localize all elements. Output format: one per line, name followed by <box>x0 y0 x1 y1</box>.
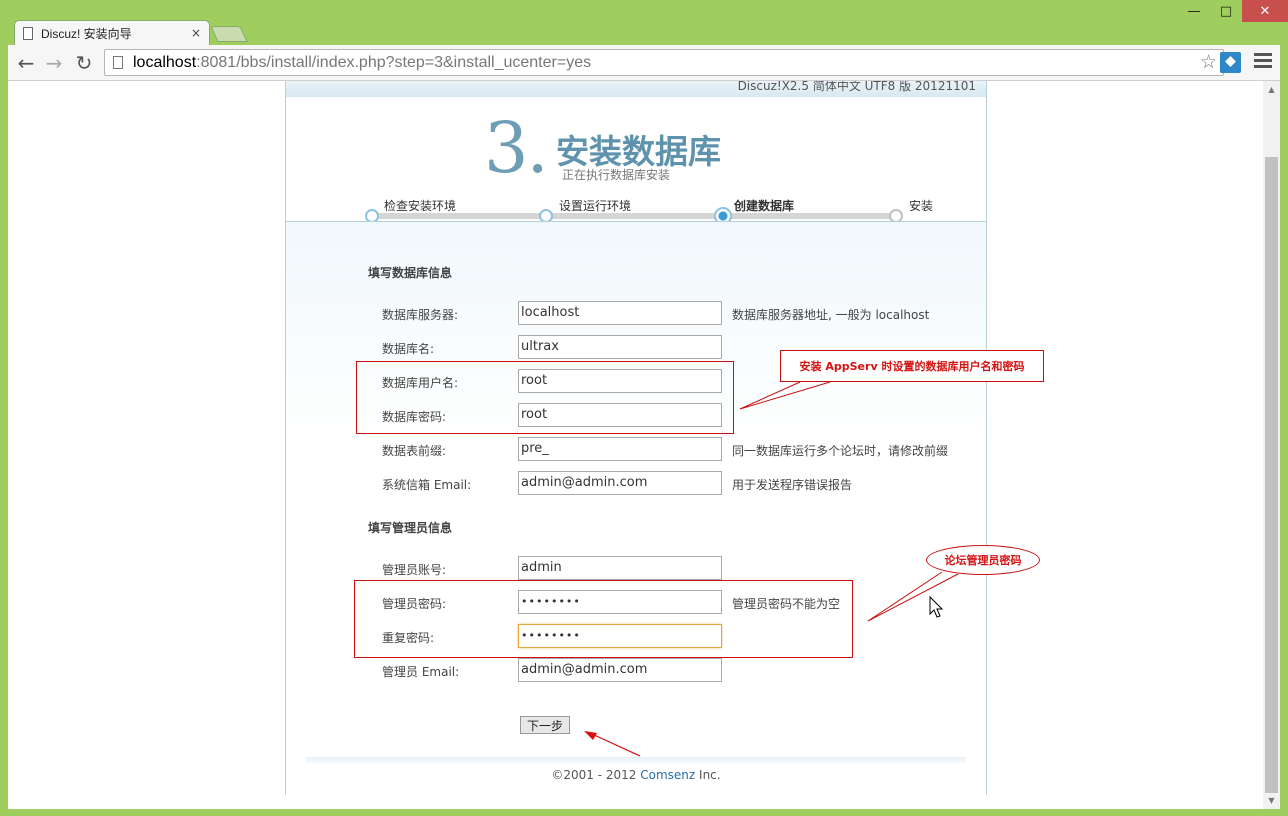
admin-section-title: 填写管理员信息 <box>368 521 453 535</box>
window-controls: — □ ✕ <box>1178 0 1288 24</box>
field-label: 数据表前缀: <box>382 444 447 458</box>
db-name-input[interactable]: ultrax <box>518 335 722 359</box>
version-bar: Discuz!X2.5 简体中文 UTF8 版 20121101 <box>286 81 986 97</box>
admin-email-input[interactable]: admin@admin.com <box>518 658 722 682</box>
next-step-button[interactable]: 下一步 <box>520 716 570 734</box>
page-subtitle: 正在执行数据库安装 <box>562 168 671 182</box>
comsenz-link[interactable]: Comsenz <box>640 768 695 782</box>
page-viewport: Discuz!X2.5 简体中文 UTF8 版 20121101 3. 安装数据… <box>8 81 1280 809</box>
db-section-title: 填写数据库信息 <box>368 266 453 280</box>
form-row: 数据表前缀: pre_ 同一数据库运行多个论坛时，请修改前缀 <box>382 437 982 461</box>
db-note-callout: 安装 AppServ 时设置的数据库用户名和密码 <box>780 350 1044 382</box>
tab-title: Discuz! 安装向导 <box>41 26 132 41</box>
url-text: localhost:8081/bbs/install/index.php?ste… <box>133 53 592 71</box>
step-label-2: 设置运行环境 <box>559 199 632 213</box>
step-label-1: 检查安装环境 <box>384 199 457 213</box>
form-row: 管理员 Email: admin@admin.com <box>382 658 982 682</box>
forward-button[interactable]: → <box>42 51 66 75</box>
page-footer: ©2001 - 2012 Comsenz Inc. <box>551 768 721 782</box>
field-label: 数据库服务器: <box>382 308 459 322</box>
close-window-button[interactable]: ✕ <box>1242 0 1288 22</box>
scroll-up-icon[interactable]: ▲ <box>1263 81 1280 98</box>
tab-close-icon[interactable]: × <box>191 26 201 40</box>
reload-button[interactable]: ↻ <box>72 51 96 75</box>
address-bar[interactable]: localhost:8081/bbs/install/index.php?ste… <box>104 49 1224 76</box>
table-prefix-input[interactable]: pre_ <box>518 437 722 461</box>
minimize-button[interactable]: — <box>1178 0 1210 22</box>
db-credentials-highlight-box <box>356 361 734 434</box>
step-label-4: 安装 <box>909 199 934 213</box>
field-label: 管理员账号: <box>382 563 447 577</box>
field-label: 管理员 Email: <box>382 665 460 679</box>
form-row: 管理员账号: admin <box>382 556 982 580</box>
field-label: 数据库名: <box>382 342 435 356</box>
step-progress: 检查安装环境 设置运行环境 创建数据库 安装 <box>286 195 986 225</box>
field-hint: 同一数据库运行多个论坛时，请修改前缀 <box>732 444 949 458</box>
vertical-scrollbar[interactable]: ▲ ▼ <box>1263 81 1280 809</box>
bookmark-star-icon[interactable]: ☆ <box>1200 51 1217 73</box>
back-button[interactable]: ← <box>14 51 38 75</box>
browser-tab[interactable]: Discuz! 安装向导 × <box>14 20 210 45</box>
page-icon <box>23 26 33 40</box>
system-email-input[interactable]: admin@admin.com <box>518 471 722 495</box>
field-hint: 数据库服务器地址, 一般为 localhost <box>732 308 930 322</box>
admin-password-highlight-box <box>354 580 853 658</box>
db-host-input[interactable]: localhost <box>518 301 722 325</box>
extension-icon[interactable] <box>1220 52 1241 73</box>
maximize-button[interactable]: □ <box>1210 0 1242 22</box>
page-icon <box>113 56 123 69</box>
form-area: 填写数据库信息 数据库服务器: localhost 数据库服务器地址, 一般为 … <box>286 221 986 795</box>
scroll-down-icon[interactable]: ▼ <box>1263 792 1280 809</box>
menu-icon[interactable] <box>1254 53 1272 71</box>
form-row: 数据库服务器: localhost 数据库服务器地址, 一般为 localhos… <box>382 301 982 325</box>
field-label: 系统信箱 Email: <box>382 478 472 492</box>
browser-toolbar: ← → ↻ localhost:8081/bbs/install/index.p… <box>8 45 1280 81</box>
new-tab-button[interactable] <box>210 26 248 42</box>
install-wizard: Discuz!X2.5 简体中文 UTF8 版 20121101 3. 安装数据… <box>285 81 987 795</box>
scrollbar-thumb[interactable] <box>1265 157 1278 793</box>
form-row: 系统信箱 Email: admin@admin.com 用于发送程序错误报告 <box>382 471 982 495</box>
wizard-header: 3. 安装数据库 正在执行数据库安装 检查安装环境 设置运行环境 创建数据库 安… <box>286 97 986 225</box>
admin-username-input[interactable]: admin <box>518 556 722 580</box>
step-number: 3. <box>484 107 549 189</box>
field-hint: 用于发送程序错误报告 <box>732 478 853 492</box>
footer-divider <box>306 757 966 765</box>
admin-note-callout: 论坛管理员密码 <box>926 545 1040 575</box>
step-label-3: 创建数据库 <box>734 199 795 213</box>
